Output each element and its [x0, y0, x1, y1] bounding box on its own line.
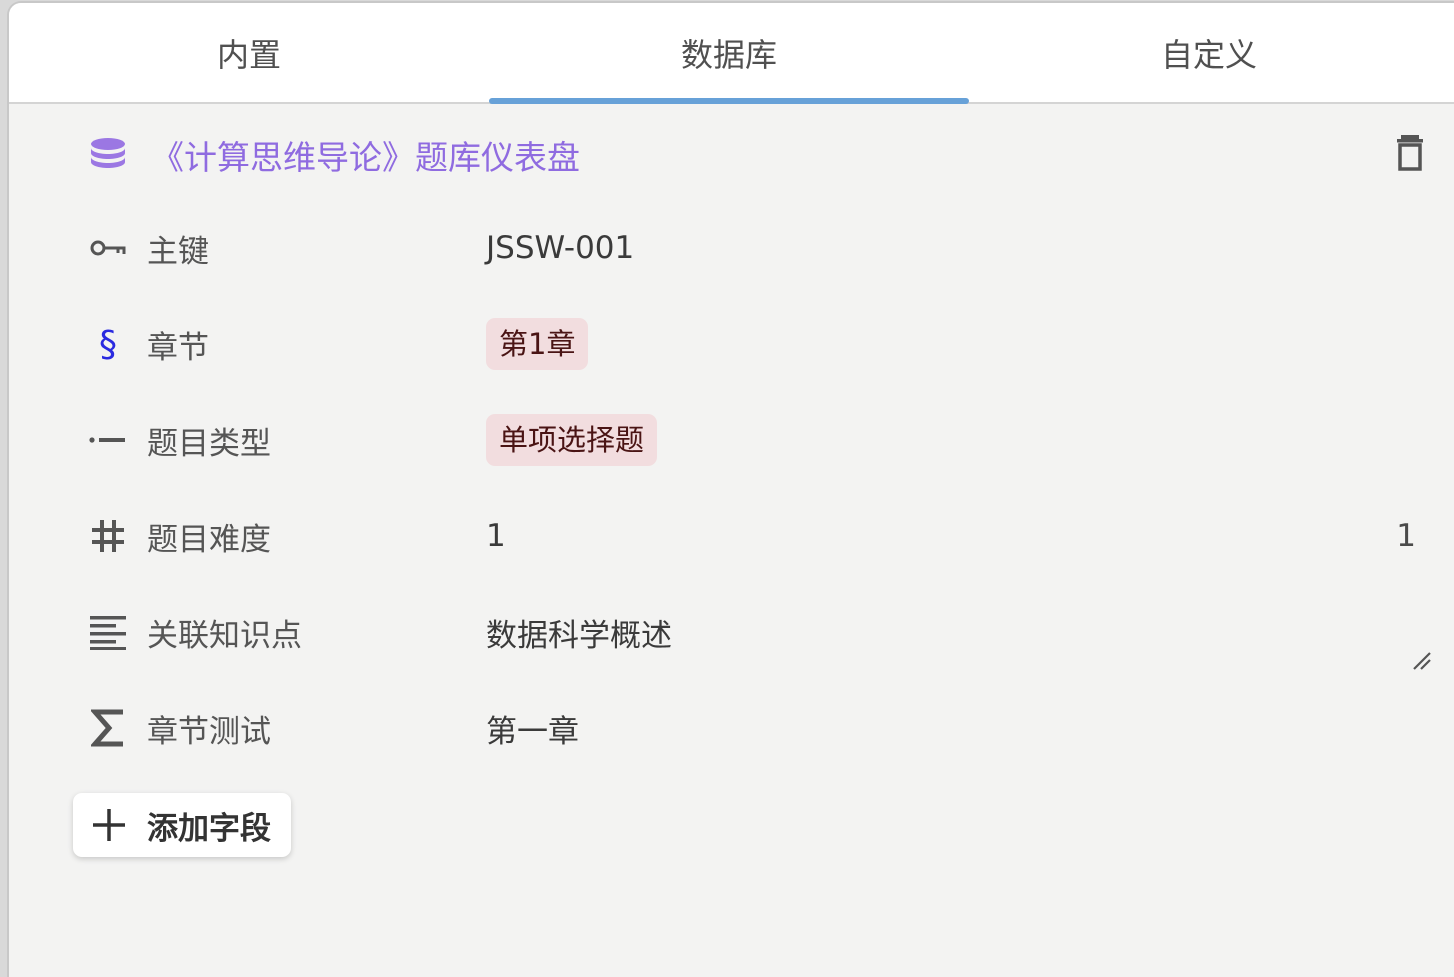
database-panel: 内置 数据库 自定义 《计算思维导论》题库仪表盘 主键 JSSW-001 § 章…: [7, 1, 1454, 977]
chapter-tag[interactable]: 第1章: [486, 318, 589, 370]
field-label: 题目难度: [147, 521, 271, 558]
key-icon: [89, 229, 127, 267]
field-row-difficulty: 题目难度 1 1: [89, 506, 1454, 566]
field-label: 题目类型: [147, 425, 271, 462]
field-label: 主键: [147, 233, 209, 270]
add-field-label: 添加字段: [147, 810, 271, 847]
field-label: 章节测试: [147, 713, 271, 750]
database-header: 《计算思维导论》题库仪表盘: [89, 127, 580, 183]
field-row-question-type: 题目类型 单项选择题: [89, 410, 658, 470]
database-title[interactable]: 《计算思维导论》题库仪表盘: [151, 131, 580, 179]
question-type-tag[interactable]: 单项选择题: [486, 414, 658, 466]
tab-database[interactable]: 数据库: [489, 3, 969, 104]
add-field-button[interactable]: 添加字段: [73, 793, 291, 857]
tab-custom[interactable]: 自定义: [969, 3, 1449, 102]
field-row-chapter: § 章节 第1章: [89, 314, 589, 374]
plus-icon: [91, 807, 127, 847]
text-icon: [89, 613, 127, 651]
field-value-primary-key[interactable]: JSSW-001: [486, 230, 634, 266]
select-icon: [89, 421, 127, 459]
tab-bar: 内置 数据库 自定义: [9, 3, 1454, 104]
textarea-resize-handle[interactable]: [1412, 649, 1432, 671]
number-icon: [89, 517, 127, 555]
sigma-icon: [89, 709, 127, 747]
section-icon: §: [99, 323, 117, 365]
field-value-difficulty[interactable]: 1: [486, 518, 506, 554]
field-value-chapter-test[interactable]: 第一章: [486, 706, 579, 751]
field-row-primary-key: 主键 JSSW-001: [89, 218, 634, 278]
tab-builtin[interactable]: 内置: [9, 3, 489, 102]
field-label: 关联知识点: [147, 617, 302, 654]
field-value-chapter[interactable]: 第1章: [486, 318, 589, 370]
field-row-knowledge-point: 关联知识点 数据科学概述: [89, 602, 672, 662]
trash-icon[interactable]: [1394, 133, 1426, 173]
field-value-question-type[interactable]: 单项选择题: [486, 414, 658, 466]
field-label: 章节: [147, 329, 209, 366]
database-icon: [89, 136, 127, 174]
difficulty-display-value: 1: [1396, 518, 1416, 554]
field-row-chapter-test: 章节测试 第一章: [89, 698, 579, 758]
field-value-knowledge-point[interactable]: 数据科学概述: [486, 610, 672, 655]
